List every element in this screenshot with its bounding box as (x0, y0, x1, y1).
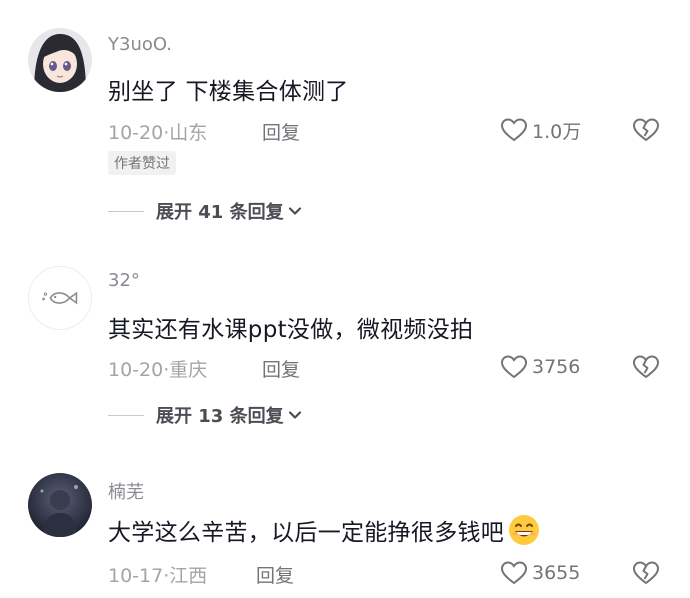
expand-replies-label: 展开 41 条回复 (156, 202, 284, 223)
chevron-down-icon (288, 411, 301, 419)
comment-username[interactable]: Y3uoO. (108, 34, 172, 55)
comment-text: 别坐了 下楼集合体测了 (108, 79, 349, 105)
expand-replies-label: 展开 13 条回复 (156, 406, 284, 427)
avatar[interactable] (28, 266, 92, 330)
comment-date-location: 10-20·山东 (108, 122, 208, 144)
like-button[interactable]: 3655 (500, 559, 580, 587)
expand-replies-button[interactable]: 展开 41 条回复 (108, 198, 302, 224)
dislike-button[interactable] (632, 559, 660, 587)
heart-outline-icon (500, 561, 528, 585)
broken-heart-icon (632, 355, 660, 379)
like-count: 1.0万 (532, 120, 582, 143)
grinning-face-emoji (509, 515, 540, 545)
dislike-button[interactable] (632, 353, 660, 381)
like-button[interactable]: 1.0万 (500, 116, 581, 144)
heart-outline-icon (500, 355, 528, 379)
reply-button[interactable]: 回复 (256, 561, 294, 588)
comment-username[interactable]: 楠芜 (108, 478, 144, 504)
divider-line (108, 210, 144, 212)
broken-heart-icon (632, 561, 660, 585)
comment-date-location: 10-20·重庆 (108, 359, 208, 381)
like-count: 3756 (532, 356, 581, 378)
comment-date-location: 10-17·江西 (108, 565, 208, 587)
like-button[interactable]: 3756 (500, 353, 580, 381)
comment-username[interactable]: 32° (108, 270, 140, 291)
comment-text: 其实还有水课ppt没做，微视频没拍 (108, 317, 474, 343)
divider-line (108, 414, 144, 416)
broken-heart-icon (632, 118, 660, 142)
reply-button[interactable]: 回复 (262, 118, 300, 145)
comment-text: 大学这么辛苦，以后一定能挣很多钱吧 (108, 513, 540, 547)
dislike-button[interactable] (632, 116, 660, 144)
author-liked-badge: 作者赞过 (108, 151, 176, 175)
comment-text-body: 大学这么辛苦，以后一定能挣很多钱吧 (108, 520, 505, 546)
heart-outline-icon (500, 118, 528, 142)
chevron-down-icon (288, 207, 301, 215)
expand-replies-button[interactable]: 展开 13 条回复 (108, 402, 302, 428)
like-count: 3655 (532, 562, 581, 584)
avatar[interactable] (28, 28, 92, 92)
avatar[interactable] (28, 473, 92, 537)
reply-button[interactable]: 回复 (262, 355, 300, 382)
